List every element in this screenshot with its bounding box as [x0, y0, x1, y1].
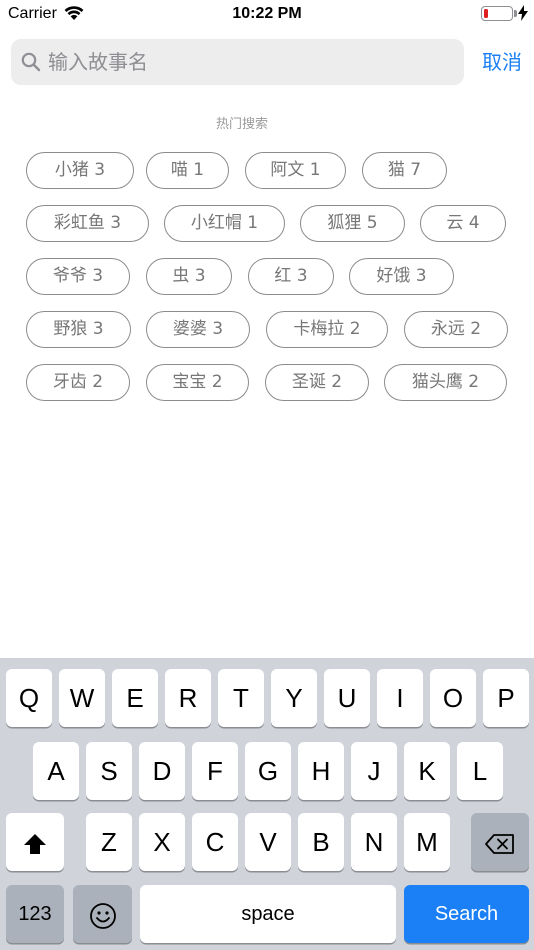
- key-t[interactable]: T: [218, 669, 264, 727]
- hot-search-tag[interactable]: 红 3: [248, 258, 334, 295]
- key-s[interactable]: S: [86, 742, 132, 800]
- key-e[interactable]: E: [112, 669, 158, 727]
- key-w[interactable]: W: [59, 669, 105, 727]
- hot-search-tag[interactable]: 野狼 3: [26, 311, 131, 348]
- key-q[interactable]: Q: [6, 669, 52, 727]
- hot-search-tag[interactable]: 牙齿 2: [26, 364, 130, 401]
- key-b[interactable]: B: [298, 813, 344, 871]
- hot-search-tag[interactable]: 虫 3: [146, 258, 232, 295]
- key-g[interactable]: G: [245, 742, 291, 800]
- key-d[interactable]: D: [139, 742, 185, 800]
- search-icon: [21, 52, 41, 77]
- key-u[interactable]: U: [324, 669, 370, 727]
- hot-search-tag[interactable]: 狐狸 5: [300, 205, 405, 242]
- charging-bolt-icon: [518, 5, 528, 26]
- search-key[interactable]: Search: [404, 885, 529, 943]
- numbers-key[interactable]: 123: [6, 885, 64, 943]
- key-f[interactable]: F: [192, 742, 238, 800]
- cancel-button[interactable]: 取消: [470, 39, 534, 85]
- key-z[interactable]: Z: [86, 813, 132, 871]
- backspace-icon: [485, 827, 515, 857]
- hot-search-tag[interactable]: 婆婆 3: [146, 311, 250, 348]
- search-bar: [11, 39, 464, 85]
- hot-search-tag[interactable]: 圣诞 2: [265, 364, 369, 401]
- key-o[interactable]: O: [430, 669, 476, 727]
- key-n[interactable]: N: [351, 813, 397, 871]
- status-bar: Carrier 10:22 PM: [0, 0, 534, 28]
- key-p[interactable]: P: [483, 669, 529, 727]
- hot-search-tag[interactable]: 猫 7: [362, 152, 447, 189]
- hot-search-tag[interactable]: 卡梅拉 2: [266, 311, 388, 348]
- hot-search-tag[interactable]: 云 4: [420, 205, 506, 242]
- hot-search-tag[interactable]: 永远 2: [404, 311, 508, 348]
- hot-search-tag[interactable]: 喵 1: [146, 152, 229, 189]
- key-c[interactable]: C: [192, 813, 238, 871]
- battery-icon: [481, 6, 513, 21]
- hot-search-tag[interactable]: 猫头鹰 2: [384, 364, 507, 401]
- keyboard: Q W E R T Y U I O P A S D F G H J K L Z …: [0, 658, 534, 950]
- emoji-key[interactable]: [73, 885, 132, 943]
- hot-search-tag[interactable]: 阿文 1: [245, 152, 346, 189]
- hot-search-tag[interactable]: 宝宝 2: [146, 364, 249, 401]
- search-input[interactable]: [48, 39, 448, 85]
- hot-search-tag[interactable]: 好饿 3: [349, 258, 454, 295]
- key-h[interactable]: H: [298, 742, 344, 800]
- key-m[interactable]: M: [404, 813, 450, 871]
- key-i[interactable]: I: [377, 669, 423, 727]
- key-j[interactable]: J: [351, 742, 397, 800]
- key-r[interactable]: R: [165, 669, 211, 727]
- hot-search-tag[interactable]: 小猪 3: [26, 152, 134, 189]
- key-y[interactable]: Y: [271, 669, 317, 727]
- key-x[interactable]: X: [139, 813, 185, 871]
- key-l[interactable]: L: [457, 742, 503, 800]
- backspace-key[interactable]: [471, 813, 529, 871]
- status-time: 10:22 PM: [232, 5, 302, 22]
- emoji-icon: [89, 899, 117, 930]
- key-v[interactable]: V: [245, 813, 291, 871]
- shift-icon: [23, 827, 47, 857]
- shift-key[interactable]: [6, 813, 64, 871]
- hot-search-tag[interactable]: 小红帽 1: [164, 205, 285, 242]
- battery-tip: [514, 10, 517, 17]
- hot-search-tag[interactable]: 彩虹鱼 3: [26, 205, 149, 242]
- key-a[interactable]: A: [33, 742, 79, 800]
- battery-level-fill: [483, 8, 488, 18]
- hot-search-tag[interactable]: 爷爷 3: [26, 258, 130, 295]
- key-k[interactable]: K: [404, 742, 450, 800]
- space-key[interactable]: space: [140, 885, 396, 943]
- hot-search-title: 热门搜索: [215, 117, 268, 132]
